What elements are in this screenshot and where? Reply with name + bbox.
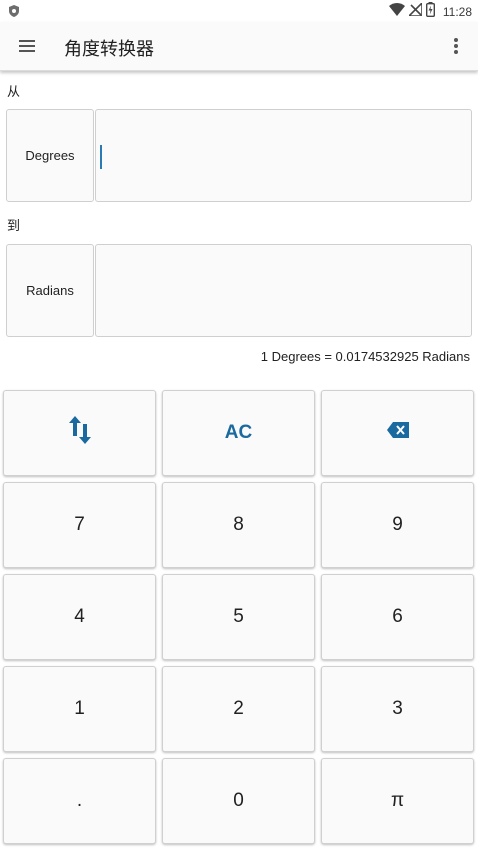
- digit-4-button[interactable]: 4: [3, 574, 156, 660]
- digit-7-button[interactable]: 7: [3, 482, 156, 568]
- wifi-icon: [388, 3, 405, 21]
- digit-9-button[interactable]: 9: [321, 482, 474, 568]
- from-unit-label: Degrees: [25, 148, 75, 163]
- battery-charging-icon: [425, 2, 435, 22]
- decimal-button[interactable]: .: [3, 758, 156, 844]
- backspace-button[interactable]: [321, 390, 474, 476]
- from-value-input[interactable]: [95, 109, 472, 202]
- shield-icon: [9, 4, 19, 22]
- more-vert-icon[interactable]: [452, 36, 460, 56]
- clear-button[interactable]: AC: [162, 390, 315, 476]
- menu-icon[interactable]: [17, 36, 39, 56]
- text-cursor: [100, 145, 102, 169]
- digit-6-button[interactable]: 6: [321, 574, 474, 660]
- pi-button[interactable]: π: [321, 758, 474, 844]
- page-title: 角度转换器: [64, 39, 154, 59]
- swap-vertical-icon: [67, 415, 93, 451]
- digit-3-button[interactable]: 3: [321, 666, 474, 752]
- status-time: 11:28: [442, 5, 472, 19]
- digit-5-button[interactable]: 5: [162, 574, 315, 660]
- to-unit-selector[interactable]: Radians: [6, 244, 94, 337]
- to-value-output[interactable]: [95, 244, 472, 337]
- to-label: 到: [7, 218, 21, 233]
- digit-8-button[interactable]: 8: [162, 482, 315, 568]
- status-bar: 11:28: [0, 0, 478, 22]
- conversion-result: 1 Degrees = 0.0174532925 Radians: [260, 349, 470, 364]
- swap-units-button[interactable]: [3, 390, 156, 476]
- backspace-icon: [386, 422, 409, 444]
- digit-0-button[interactable]: 0: [162, 758, 315, 844]
- from-unit-selector[interactable]: Degrees: [6, 109, 94, 202]
- no-signal-icon: [406, 1, 423, 21]
- app-bar: 角度转换器: [0, 22, 478, 71]
- to-unit-label: Radians: [26, 283, 74, 298]
- digit-2-button[interactable]: 2: [162, 666, 315, 752]
- digit-1-button[interactable]: 1: [3, 666, 156, 752]
- from-label: 从: [7, 84, 21, 99]
